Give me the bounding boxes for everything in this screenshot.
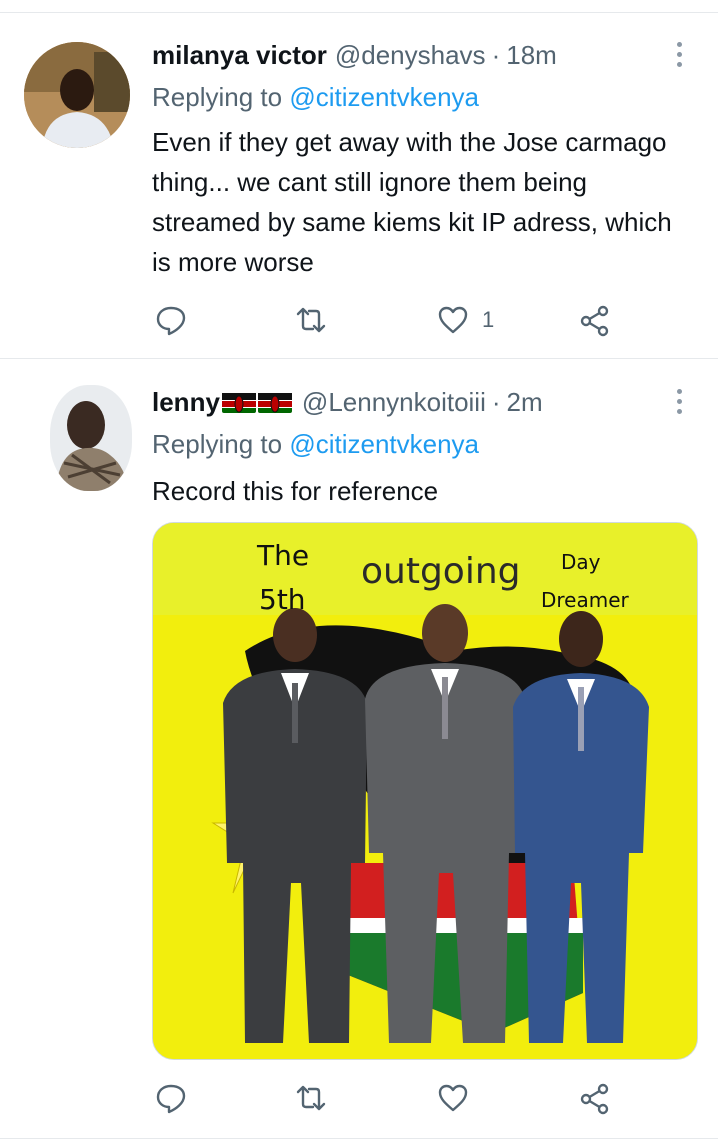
image-text-5th: 5th [259,583,306,616]
bottom-divider [0,1138,718,1139]
image-text-outgoing: outgoing [361,551,521,592]
like-icon [438,1084,468,1112]
share-icon [580,305,609,337]
retweet-icon [296,307,326,333]
retweet-icon [296,1085,326,1111]
separator: · [491,386,501,417]
user-handle[interactable]: @Lennynkoitoiii [302,387,486,418]
avatar-photo [24,42,130,148]
image-text-day: Day [561,550,601,574]
tweet-header: lenny @Lennynkoitoiii · 2m [152,385,543,419]
more-vertical-icon[interactable] [674,42,684,72]
kenya-flag-icon [221,391,256,413]
share-icon [580,1083,609,1115]
separator: · [491,39,501,70]
replying-label: Replying to [152,429,283,459]
action-bar: 1 [152,300,632,340]
share-button[interactable] [578,300,612,340]
retweet-button[interactable] [294,300,328,340]
action-bar [152,1078,632,1118]
tweet-header: milanya victor @denyshavs · 18m [152,38,557,72]
share-button[interactable] [578,1078,612,1118]
like-button[interactable]: 1 [436,300,494,340]
reply-button[interactable] [154,300,188,340]
reply-icon [156,1084,186,1114]
replying-to: Replying to @citizentvkenya [152,82,479,113]
like-icon [438,306,468,334]
reply-button[interactable] [154,1078,188,1118]
avatar[interactable] [50,385,132,491]
retweet-button[interactable] [294,1078,328,1118]
like-count: 1 [482,307,495,332]
replying-to: Replying to @citizentvkenya [152,429,479,460]
tweet[interactable]: milanya victor @denyshavs · 18m Replying… [0,0,718,358]
tweet-text: Even if they get away with the Jose carm… [152,127,672,277]
image-text-dreamer: Dreamer [541,588,630,612]
timestamp[interactable]: 2m [507,387,543,418]
reply-icon [156,306,186,336]
replying-label: Replying to [152,82,283,112]
display-name[interactable]: lenny [152,387,220,418]
meme-image: The 5th outgoing Day Dreamer [153,523,697,1059]
tweet-image[interactable]: The 5th outgoing Day Dreamer [152,522,698,1060]
image-text-the: The [256,539,309,572]
name-emoji-flags [221,391,294,413]
more-vertical-icon[interactable] [674,389,684,419]
kenya-flag-icon [257,391,292,413]
like-button[interactable] [436,1078,482,1118]
mention-link[interactable]: @citizentvkenya [289,82,479,112]
tweet-text: Record this for reference [152,476,439,506]
user-handle[interactable]: @denyshavs [335,40,486,71]
mention-link[interactable]: @citizentvkenya [289,429,479,459]
avatar[interactable] [24,42,130,148]
timestamp[interactable]: 18m [506,40,557,71]
display-name[interactable]: milanya victor [152,40,327,71]
avatar-photo [50,385,132,491]
